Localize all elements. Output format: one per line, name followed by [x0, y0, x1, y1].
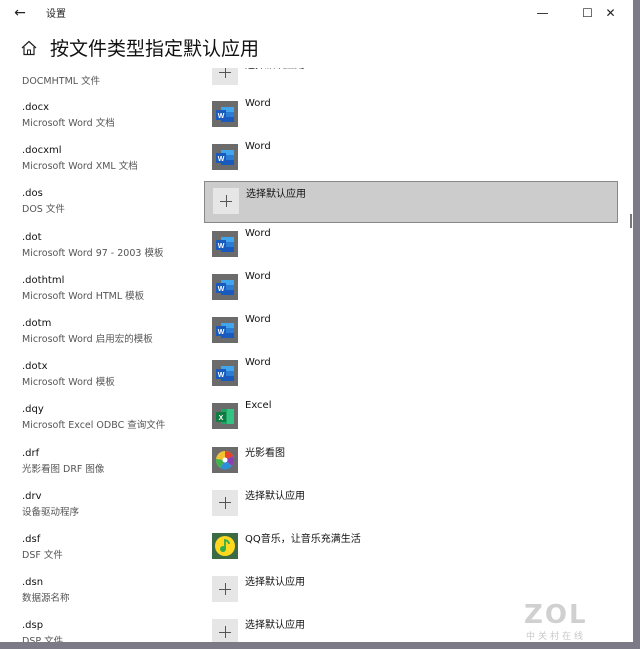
- file-type-description: Microsoft Word 启用宏的模板: [22, 334, 153, 345]
- add-icon: [213, 188, 239, 215]
- file-extension: .dos: [22, 188, 43, 200]
- word-icon: W: [212, 144, 238, 171]
- file-type-description: DSF 文件: [22, 550, 63, 561]
- word-icon: W: [212, 273, 238, 300]
- file-extension: .dsn: [22, 577, 44, 589]
- choose-default-app-button[interactable]: 选择默认应用: [204, 181, 618, 224]
- watermark: ZOL 中关村在线: [522, 600, 632, 642]
- default-app-button[interactable]: W Word: [204, 354, 618, 396]
- excel-icon: X: [212, 403, 238, 430]
- title-bar: ← 设置 — ☐ ✕: [0, 0, 633, 26]
- default-app-button[interactable]: W Word: [204, 138, 618, 180]
- add-icon: [212, 576, 238, 603]
- page-title: 按文件类型指定默认应用: [50, 38, 260, 60]
- file-type-description: Microsoft Word XML 文档: [22, 161, 138, 173]
- window-title: 设置: [46, 9, 66, 20]
- file-type-description: DOCMHTML 文件: [22, 76, 101, 87]
- file-type-description: Microsoft Excel ODBC 查询文件: [22, 420, 166, 432]
- default-app-button[interactable]: W Word: [204, 268, 618, 310]
- file-type-description: 设备驱动程序: [22, 506, 80, 518]
- app-name: Excel: [245, 400, 272, 412]
- app-name: Word: [245, 141, 271, 153]
- close-button[interactable]: ✕: [588, 0, 633, 26]
- default-app-button[interactable]: W Word: [204, 311, 618, 353]
- app-name: 选择默认应用: [245, 490, 305, 502]
- file-type-description: 数据源名称: [22, 593, 70, 605]
- app-name: Word: [245, 98, 271, 109]
- default-app-button[interactable]: 光影看图: [204, 441, 618, 483]
- watermark-logo: ZOL: [524, 600, 588, 630]
- file-type-description: Microsoft Word HTML 模板: [22, 290, 145, 302]
- file-extension: .dothtml: [22, 274, 65, 286]
- default-app-button[interactable]: X Excel: [204, 397, 618, 439]
- app-name: Word: [245, 270, 271, 282]
- qq-music-icon: [212, 533, 238, 559]
- watermark-subtitle: 中关村在线: [526, 632, 587, 642]
- file-extension: .dsf: [22, 534, 41, 545]
- file-extension: .dsp: [22, 620, 44, 632]
- file-type-description: 光影看图 DRF 图像: [22, 463, 105, 475]
- svg-text:W: W: [218, 372, 225, 379]
- svg-text:W: W: [218, 156, 225, 163]
- page-header: 按文件类型指定默认应用: [0, 30, 633, 68]
- file-extension: .docxml: [22, 145, 62, 157]
- file-extension: .docx: [22, 102, 50, 113]
- scrollbar-thumb[interactable]: [630, 214, 632, 228]
- file-extension: .dqy: [22, 404, 44, 416]
- file-type-description: Microsoft Word 模板: [22, 377, 115, 389]
- app-name: QQ音乐，让音乐充满生活: [245, 534, 361, 545]
- svg-text:X: X: [219, 415, 224, 422]
- file-type-description: Microsoft Word 97 - 2003 模板: [22, 247, 164, 259]
- svg-text:W: W: [218, 243, 225, 250]
- app-name: 选择默认应用: [245, 577, 305, 589]
- settings-window: .docmhtmlDOCMHTML 文件选择默认应用.docxMicrosoft…: [0, 0, 633, 642]
- default-app-button[interactable]: W Word: [204, 225, 618, 267]
- file-type-description: DOS 文件: [22, 204, 65, 216]
- add-icon: [212, 619, 238, 642]
- app-name: 选择默认应用: [246, 189, 306, 201]
- word-icon: W: [212, 230, 238, 257]
- app-name: Word: [245, 314, 271, 325]
- word-icon: W: [212, 317, 238, 343]
- photo-viewer-icon: [212, 446, 238, 473]
- file-extension: .dot: [22, 231, 42, 243]
- file-type-list: .docmhtmlDOCMHTML 文件选择默认应用.docxMicrosoft…: [0, 0, 633, 642]
- app-name: 光影看图: [245, 447, 285, 459]
- svg-text:W: W: [218, 329, 225, 336]
- file-type-description: Microsoft Word 文档: [22, 118, 115, 129]
- app-name: Word: [245, 227, 271, 239]
- file-type-description: DSP 文件: [22, 636, 64, 642]
- minimize-button[interactable]: —: [520, 0, 565, 26]
- choose-default-app-button[interactable]: 选择默认应用: [204, 484, 618, 526]
- back-button[interactable]: ←: [8, 3, 32, 23]
- svg-text:W: W: [218, 286, 225, 293]
- svg-text:W: W: [218, 113, 225, 120]
- home-icon[interactable]: [20, 39, 38, 57]
- file-extension: .drv: [22, 490, 42, 502]
- file-extension: .dotx: [22, 361, 48, 373]
- file-extension: .drf: [22, 447, 40, 459]
- word-icon: W: [212, 101, 238, 127]
- file-extension: .dotm: [22, 318, 52, 329]
- add-icon: [212, 489, 238, 516]
- app-name: 选择默认应用: [245, 620, 305, 632]
- app-name: Word: [245, 357, 271, 369]
- word-icon: W: [212, 360, 238, 387]
- default-app-button[interactable]: W Word: [204, 95, 618, 137]
- default-app-button[interactable]: QQ音乐，让音乐充满生活: [204, 527, 618, 569]
